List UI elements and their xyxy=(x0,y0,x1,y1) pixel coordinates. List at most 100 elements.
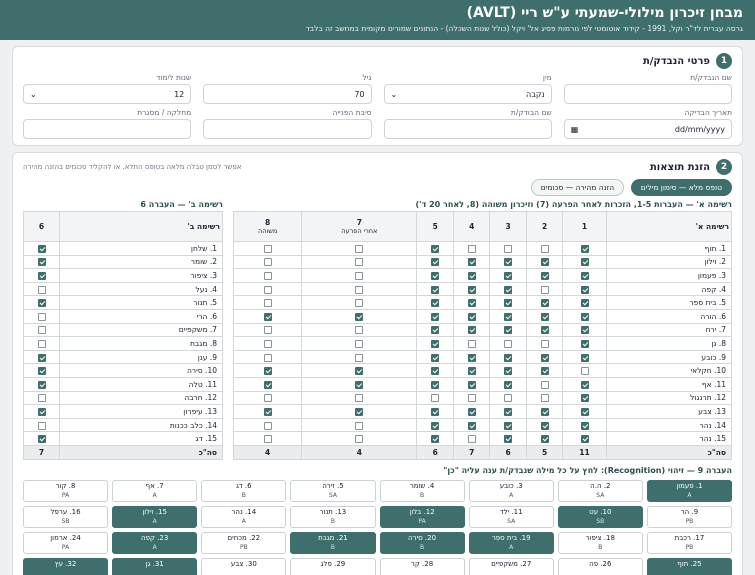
word-checkbox[interactable] xyxy=(263,299,272,308)
word-checkbox[interactable] xyxy=(355,435,364,444)
recognition-word-button[interactable]: 17. רכבת PB xyxy=(646,531,732,554)
word-checkbox[interactable] xyxy=(580,258,589,267)
recognition-word-button[interactable]: 30. צבע xyxy=(201,557,287,575)
word-checkbox[interactable] xyxy=(540,326,549,335)
recognition-word-button[interactable]: 11. ילד SA xyxy=(468,505,554,528)
word-checkbox[interactable] xyxy=(355,421,364,430)
word-checkbox[interactable] xyxy=(467,367,476,376)
word-checkbox[interactable] xyxy=(37,353,46,362)
word-checkbox[interactable] xyxy=(37,244,46,253)
word-checkbox[interactable] xyxy=(355,367,364,376)
recognition-word-button[interactable]: 9. הר PB xyxy=(646,505,732,528)
word-checkbox[interactable] xyxy=(467,353,476,362)
word-checkbox[interactable] xyxy=(580,285,589,294)
text-field[interactable] xyxy=(23,119,192,139)
word-checkbox[interactable] xyxy=(37,285,46,294)
word-checkbox[interactable] xyxy=(580,353,589,362)
text-field[interactable] xyxy=(203,119,372,139)
word-checkbox[interactable] xyxy=(540,407,549,416)
recognition-word-button[interactable]: 32. עץ xyxy=(23,557,109,575)
word-checkbox[interactable] xyxy=(263,312,272,321)
word-checkbox[interactable] xyxy=(355,380,364,389)
word-checkbox[interactable] xyxy=(37,271,46,280)
word-checkbox[interactable] xyxy=(504,326,513,335)
recognition-word-button[interactable]: 21. מגבת B xyxy=(290,531,376,554)
word-checkbox[interactable] xyxy=(504,271,513,280)
recognition-word-button[interactable]: 24. ארמון PA xyxy=(23,531,109,554)
word-checkbox[interactable] xyxy=(431,394,440,403)
recognition-word-button[interactable]: 31. גן xyxy=(112,557,198,575)
recognition-word-button[interactable]: 8. קור PA xyxy=(23,479,109,502)
word-checkbox[interactable] xyxy=(540,367,549,376)
select-field[interactable]: 12 ⌄ xyxy=(23,84,192,104)
word-checkbox[interactable] xyxy=(504,244,513,253)
word-checkbox[interactable] xyxy=(263,258,272,267)
word-checkbox[interactable] xyxy=(263,380,272,389)
text-field[interactable] xyxy=(383,119,552,139)
recognition-word-button[interactable]: 4. שומר B xyxy=(379,479,465,502)
word-checkbox[interactable] xyxy=(504,421,513,430)
text-field[interactable] xyxy=(563,84,732,104)
word-checkbox[interactable] xyxy=(263,339,272,348)
word-checkbox[interactable] xyxy=(580,312,589,321)
word-checkbox[interactable] xyxy=(540,285,549,294)
word-checkbox[interactable] xyxy=(540,271,549,280)
recognition-word-button[interactable]: 7. אף A xyxy=(112,479,198,502)
calendar-icon[interactable]: ▦ xyxy=(571,125,579,134)
recognition-word-button[interactable]: 27. משקפיים xyxy=(468,557,554,575)
recognition-word-button[interactable]: 15. וילון A xyxy=(112,505,198,528)
word-checkbox[interactable] xyxy=(540,435,549,444)
word-checkbox[interactable] xyxy=(504,353,513,362)
quick-entry-mode-button[interactable]: הזנה מהירה — סכומים xyxy=(530,179,625,196)
recognition-word-button[interactable]: 16. ערפל SB xyxy=(23,505,109,528)
word-checkbox[interactable] xyxy=(467,435,476,444)
recognition-word-button[interactable]: 3. כובע A xyxy=(468,479,554,502)
full-form-mode-button[interactable]: טופס מלא — סימון מילים xyxy=(630,179,732,196)
word-checkbox[interactable] xyxy=(431,435,440,444)
word-checkbox[interactable] xyxy=(540,339,549,348)
word-checkbox[interactable] xyxy=(504,367,513,376)
word-checkbox[interactable] xyxy=(355,271,364,280)
word-checkbox[interactable] xyxy=(263,394,272,403)
word-checkbox[interactable] xyxy=(467,244,476,253)
word-checkbox[interactable] xyxy=(580,421,589,430)
recognition-word-button[interactable]: 6. דג B xyxy=(201,479,287,502)
word-checkbox[interactable] xyxy=(355,299,364,308)
word-checkbox[interactable] xyxy=(540,244,549,253)
word-checkbox[interactable] xyxy=(355,326,364,335)
date-field[interactable]: dd/mm/yyyy ▦ xyxy=(563,119,732,139)
word-checkbox[interactable] xyxy=(580,326,589,335)
recognition-word-button[interactable]: 10. עט SB xyxy=(557,505,643,528)
word-checkbox[interactable] xyxy=(504,407,513,416)
recognition-word-button[interactable]: 29. פלג xyxy=(290,557,376,575)
word-checkbox[interactable] xyxy=(540,258,549,267)
word-checkbox[interactable] xyxy=(580,271,589,280)
word-checkbox[interactable] xyxy=(467,299,476,308)
word-checkbox[interactable] xyxy=(431,258,440,267)
word-checkbox[interactable] xyxy=(355,312,364,321)
word-checkbox[interactable] xyxy=(467,407,476,416)
word-checkbox[interactable] xyxy=(355,394,364,403)
word-checkbox[interactable] xyxy=(431,421,440,430)
recognition-word-button[interactable]: 12. בלון PA xyxy=(379,505,465,528)
word-checkbox[interactable] xyxy=(431,380,440,389)
recognition-word-button[interactable]: 13. תנור B xyxy=(290,505,376,528)
word-checkbox[interactable] xyxy=(540,421,549,430)
word-checkbox[interactable] xyxy=(504,339,513,348)
word-checkbox[interactable] xyxy=(580,339,589,348)
word-checkbox[interactable] xyxy=(37,435,46,444)
word-checkbox[interactable] xyxy=(263,326,272,335)
text-field[interactable]: 70 xyxy=(203,84,372,104)
word-checkbox[interactable] xyxy=(580,299,589,308)
recognition-word-button[interactable]: 28. קר xyxy=(379,557,465,575)
word-checkbox[interactable] xyxy=(504,435,513,444)
recognition-word-button[interactable]: 26. פה xyxy=(557,557,643,575)
word-checkbox[interactable] xyxy=(504,299,513,308)
word-checkbox[interactable] xyxy=(467,394,476,403)
word-checkbox[interactable] xyxy=(580,244,589,253)
recognition-word-button[interactable]: 14. נהר A xyxy=(201,505,287,528)
word-checkbox[interactable] xyxy=(580,367,589,376)
word-checkbox[interactable] xyxy=(467,339,476,348)
word-checkbox[interactable] xyxy=(37,312,46,321)
word-checkbox[interactable] xyxy=(504,258,513,267)
